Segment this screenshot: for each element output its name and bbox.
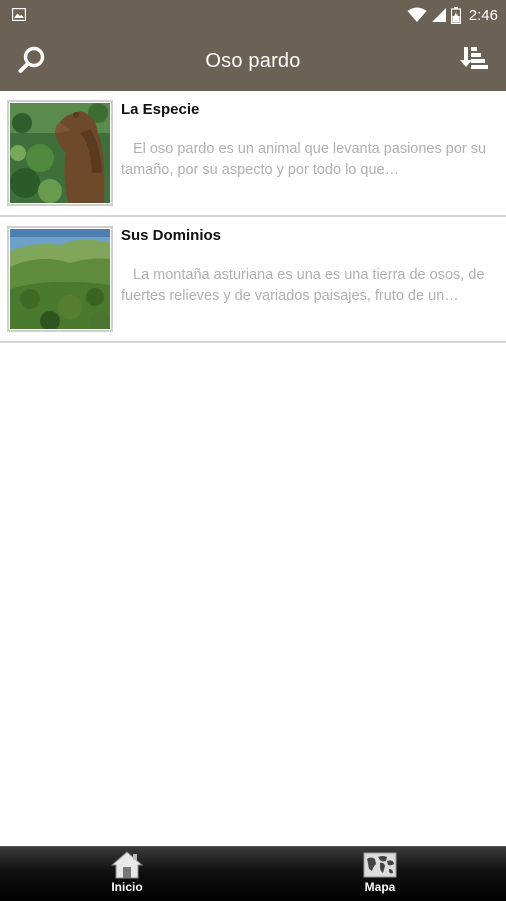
battery-icon xyxy=(450,6,461,24)
app-bar: Oso pardo xyxy=(0,30,506,91)
nav-label-mapa: Mapa xyxy=(364,880,396,894)
item-description: El oso pardo es un animal que levanta pa… xyxy=(121,141,487,178)
thumbnail-mountain xyxy=(7,226,113,332)
status-bar: 2:46 xyxy=(0,0,506,30)
sort-icon xyxy=(460,47,488,69)
list-item[interactable]: Sus Dominios La montaña asturiana es una… xyxy=(0,217,506,343)
sort-button[interactable] xyxy=(456,42,492,78)
thumbnail-bear xyxy=(7,100,113,206)
page-title: Oso pardo xyxy=(205,50,301,72)
world-map-icon xyxy=(363,852,397,878)
list-item[interactable]: La Especie El oso pardo es un animal que… xyxy=(0,91,506,217)
item-title: Sus Dominios xyxy=(121,227,222,244)
item-title: La Especie xyxy=(121,101,200,118)
brown-bear-photo xyxy=(10,103,110,203)
home-icon xyxy=(111,851,143,879)
nav-inicio[interactable]: Inicio xyxy=(82,851,172,899)
status-icons: 2:46 xyxy=(407,4,498,26)
nav-mapa[interactable]: Mapa xyxy=(335,851,425,899)
mountain-landscape-photo xyxy=(10,229,110,329)
status-time: 2:46 xyxy=(468,6,498,24)
signal-icon xyxy=(431,8,446,22)
item-description: La montaña asturiana es una es una tierr… xyxy=(121,267,485,304)
nav-label-inicio: Inicio xyxy=(111,880,143,894)
wifi-icon xyxy=(407,7,427,22)
article-list: La Especie El oso pardo es un animal que… xyxy=(0,91,506,343)
photo-notification-icon xyxy=(12,8,26,21)
bottom-navigation: Inicio Mapa xyxy=(0,846,506,901)
